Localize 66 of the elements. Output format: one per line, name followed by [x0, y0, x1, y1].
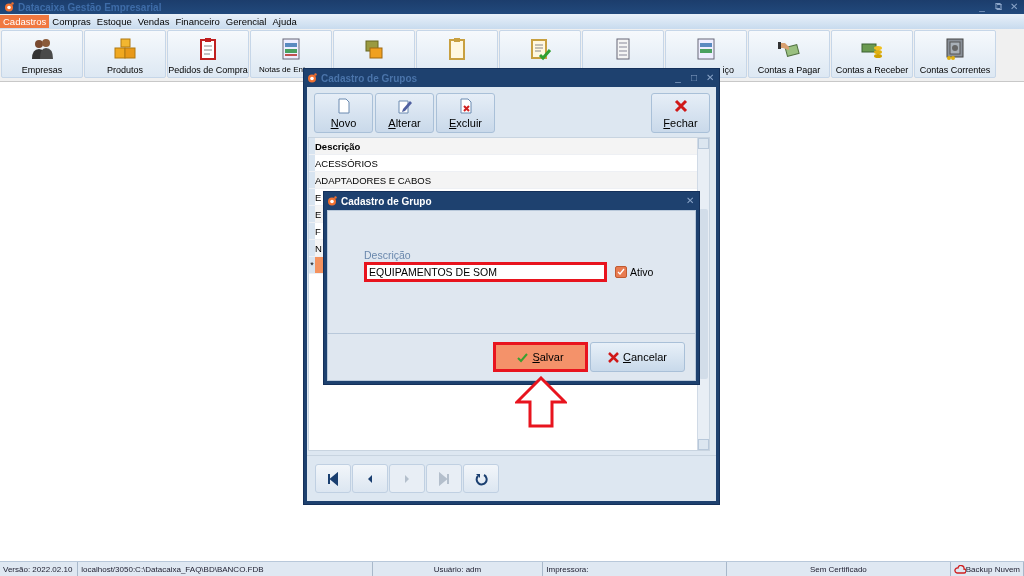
box-icon	[362, 37, 386, 61]
checkmark-icon	[517, 351, 529, 363]
cancel-button[interactable]: Cancelar	[590, 342, 685, 372]
toolbar-button[interactable]: Pedidos de Compra	[167, 30, 249, 78]
pencil-page-icon	[396, 97, 413, 114]
toolbar-button[interactable]: Contas a Receber	[831, 30, 913, 78]
row-header[interactable]	[309, 189, 315, 205]
action-button[interactable]: Excluir	[436, 93, 495, 133]
close-icon	[672, 97, 689, 114]
window-control-button[interactable]: _	[976, 2, 988, 12]
toolbar-button[interactable]: Contas a Pagar	[748, 30, 830, 78]
row-header[interactable]	[309, 223, 315, 239]
app-logo-icon	[307, 73, 317, 83]
toolbar-button[interactable]: Empresas	[1, 30, 83, 78]
cloud-icon	[953, 564, 966, 574]
navigation-button[interactable]	[463, 464, 499, 493]
boxes-icon	[113, 37, 137, 61]
row-header[interactable]	[309, 172, 315, 188]
menu-item[interactable]: Compras	[49, 15, 94, 28]
row-header[interactable]	[309, 155, 315, 171]
active-checkbox[interactable]: Ativo	[615, 266, 654, 278]
status-text: Backup Nuvem	[965, 564, 1020, 574]
window-control-button[interactable]: ✕	[684, 196, 696, 206]
menu-item[interactable]: Vendas	[134, 15, 173, 28]
clipboard-check-icon	[528, 37, 552, 61]
row-header[interactable]	[309, 240, 315, 256]
window-control-button[interactable]: ⧉	[992, 2, 1004, 12]
first-record-icon	[326, 471, 340, 486]
document-icon	[279, 37, 303, 61]
column-header[interactable]: Descrição	[315, 138, 697, 154]
checkmark-icon	[616, 267, 626, 277]
menu-item[interactable]: Financeiro	[172, 15, 223, 28]
page-icon	[335, 97, 352, 114]
status-text: Usuário: adm	[433, 564, 482, 574]
safe-icon	[943, 37, 967, 61]
dialog-title: Cadastro de Grupo	[341, 195, 432, 207]
window-control-button[interactable]: ✕	[1008, 2, 1020, 12]
close-icon	[608, 351, 619, 363]
status-text: Impressora:	[546, 564, 589, 574]
toolbar-button[interactable]: Produtos	[84, 30, 166, 78]
row-header[interactable]	[309, 206, 315, 222]
field-label: Descrição	[364, 249, 412, 261]
menu-item[interactable]: Estoque	[93, 15, 135, 28]
save-button[interactable]: Salvar	[493, 342, 588, 372]
row-header[interactable]: *	[309, 257, 315, 273]
toolbar-button[interactable]: Contas Correntes	[914, 30, 996, 78]
document-icon	[694, 37, 718, 61]
status-text: Versão: 2022.02.10	[3, 564, 73, 574]
status-text: localhost/3050:C:\Datacaixa_FAQ\BD\BANCO.FDB	[81, 564, 264, 574]
menu-item[interactable]: Ajuda	[269, 15, 300, 28]
app-title: Datacaixa Gestão Empresarial	[18, 1, 162, 13]
table-cell[interactable]: ADAPTADORES E CABOS	[315, 172, 697, 188]
table-cell[interactable]: ACESSÓRIOS	[315, 155, 697, 171]
description-field[interactable]: EQUIPAMENTOS DE SOM	[364, 262, 607, 282]
page-cross-icon	[457, 97, 474, 114]
action-button[interactable]: Alterar	[375, 93, 434, 133]
menu-item[interactable]: Gerencial	[222, 15, 270, 28]
refresh-icon	[474, 471, 488, 486]
action-button[interactable]: Novo	[314, 93, 373, 133]
app-logo-icon	[4, 2, 14, 12]
navigation-button[interactable]	[315, 464, 351, 493]
status-text: Sem Certificado	[809, 564, 867, 574]
people-icon	[30, 37, 54, 61]
last-record-icon	[437, 471, 451, 486]
app-logo-icon	[327, 196, 337, 206]
action-button[interactable]: Fechar	[651, 93, 710, 133]
